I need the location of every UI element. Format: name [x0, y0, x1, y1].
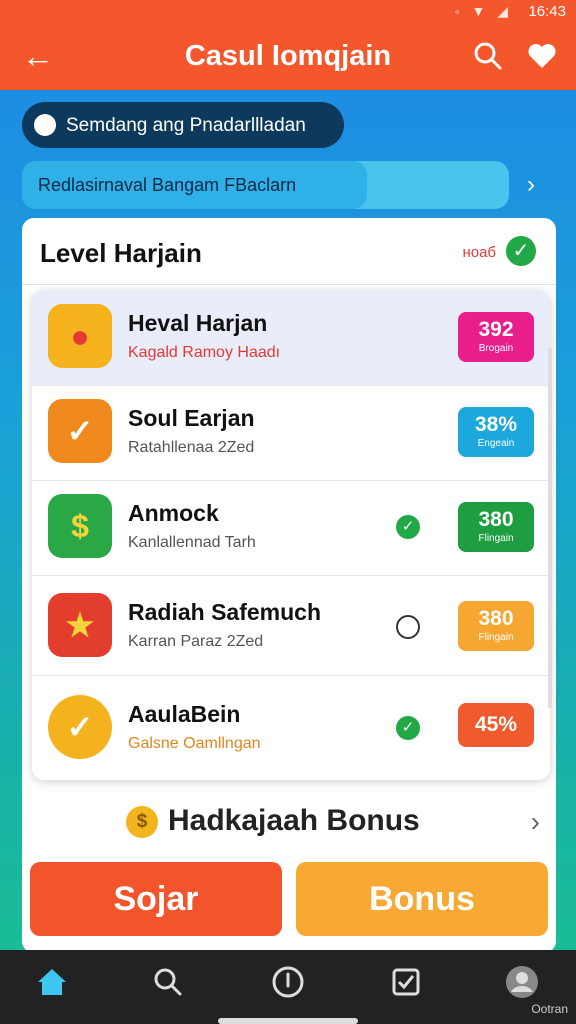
item-title: Heval Harjan	[128, 310, 268, 336]
badge-value: 392	[478, 318, 514, 341]
chevron-right-icon[interactable]: ›	[516, 170, 546, 200]
level-card: Level Harjain ноаб ✓ ● Heval Harjan Kaga…	[22, 218, 556, 953]
item-subtitle: Kagald Ramoy Haadı	[128, 344, 281, 361]
search-input[interactable]: Semdang ang Pnadarllladan	[22, 102, 344, 148]
chat-check-icon: ✓	[48, 399, 112, 463]
scrollbar[interactable]	[548, 348, 552, 708]
home-icon[interactable]	[30, 964, 74, 1008]
item-title: Soul Earjan	[128, 405, 255, 431]
badge-label: Brogain	[478, 343, 514, 354]
list-item[interactable]: ✓ AaulaBein Galsne Oamllngan ✓ 45%	[32, 675, 550, 780]
search-icon[interactable]	[470, 38, 506, 74]
dollar-coin-icon: $	[48, 494, 112, 558]
item-badge[interactable]: 380 Flingain	[458, 601, 534, 651]
card-title: Level Harjain	[40, 238, 202, 268]
search-text: Semdang ang Pnadarllladan	[66, 115, 306, 136]
primary-button[interactable]: Sojar	[30, 862, 282, 936]
banner-text: Redlasirnaval Bangam FBaclarn	[38, 175, 297, 195]
coin-icon: $	[126, 806, 158, 838]
status-time: 16:43	[528, 3, 566, 20]
search-icon	[34, 114, 56, 136]
item-title: Anmock	[128, 500, 219, 526]
item-subtitle: Ratahllenaa 2Zed	[128, 439, 255, 456]
divider	[22, 284, 556, 285]
card-status: ноаб	[462, 244, 496, 261]
item-badge[interactable]: 38% Engeain	[458, 407, 534, 457]
gold-badge-icon: ✓	[48, 695, 112, 759]
bonus-text: Hadkajaah Bonus	[168, 804, 420, 837]
info-icon[interactable]	[266, 964, 310, 1008]
list-item[interactable]: ★ Radiah Safemuch Karran Paraz 2Zed 380 …	[32, 575, 550, 676]
gift-box-icon: ★	[48, 593, 112, 657]
tomato-icon: ●	[48, 304, 112, 368]
chevron-right-icon: ›	[530, 806, 540, 837]
profile-label: Ootran	[531, 1002, 568, 1016]
item-badge[interactable]: 392 Brogain	[458, 312, 534, 362]
gesture-bar[interactable]	[218, 1018, 358, 1024]
promo-banner[interactable]: Redlasirnaval Bangam FBaclarn	[22, 161, 509, 209]
heart-icon[interactable]	[524, 38, 560, 74]
checkbox-icon[interactable]	[384, 964, 428, 1008]
check-circle-icon: ✓	[506, 236, 536, 266]
item-badge[interactable]: 45%	[458, 703, 534, 747]
item-title: Radiah Safemuch	[128, 599, 321, 625]
badge-label: Engeain	[477, 438, 515, 449]
badge-label: Flingain	[478, 632, 514, 643]
item-subtitle: Kanlallennad Tarh	[128, 534, 256, 551]
check-circle-icon: ✓	[396, 716, 420, 740]
app-bar: ← Casul Iomqjain	[0, 24, 576, 90]
status-icons: ◦ ▼ ◢	[454, 3, 512, 19]
badge-value: 380	[478, 607, 514, 630]
badge-label: Flingain	[478, 533, 514, 544]
bottom-nav: Ootran	[0, 950, 576, 1024]
check-circle-icon: ✓	[396, 515, 420, 539]
status-bar: ◦ ▼ ◢ 16:43	[0, 0, 576, 24]
item-subtitle: Galsne Oamllngan	[128, 735, 261, 752]
item-title: AaulaBein	[128, 701, 241, 727]
bonus-button[interactable]: Bonus	[296, 862, 548, 936]
item-subtitle: Karran Paraz 2Zed	[128, 633, 264, 650]
list-item[interactable]: ● Heval Harjan Kagald Ramoy Haadı 392 Br…	[32, 290, 550, 386]
badge-value: 45%	[474, 713, 518, 736]
search-icon[interactable]	[146, 964, 190, 1008]
item-badge[interactable]: 380 Flingain	[458, 502, 534, 552]
list-item[interactable]: ✓ Soul Earjan Ratahllenaa 2Zed 38% Engea…	[32, 385, 550, 481]
badge-value: 38%	[474, 413, 518, 436]
badge-value: 380	[478, 508, 514, 531]
spiral-icon	[396, 615, 420, 639]
list-item[interactable]: $ Anmock Kanlallennad Tarh ✓ 380 Flingai…	[32, 480, 550, 576]
item-list: ● Heval Harjan Kagald Ramoy Haadı 392 Br…	[32, 290, 550, 780]
bonus-row[interactable]: $ Hadkajaah Bonus ›	[22, 798, 556, 848]
